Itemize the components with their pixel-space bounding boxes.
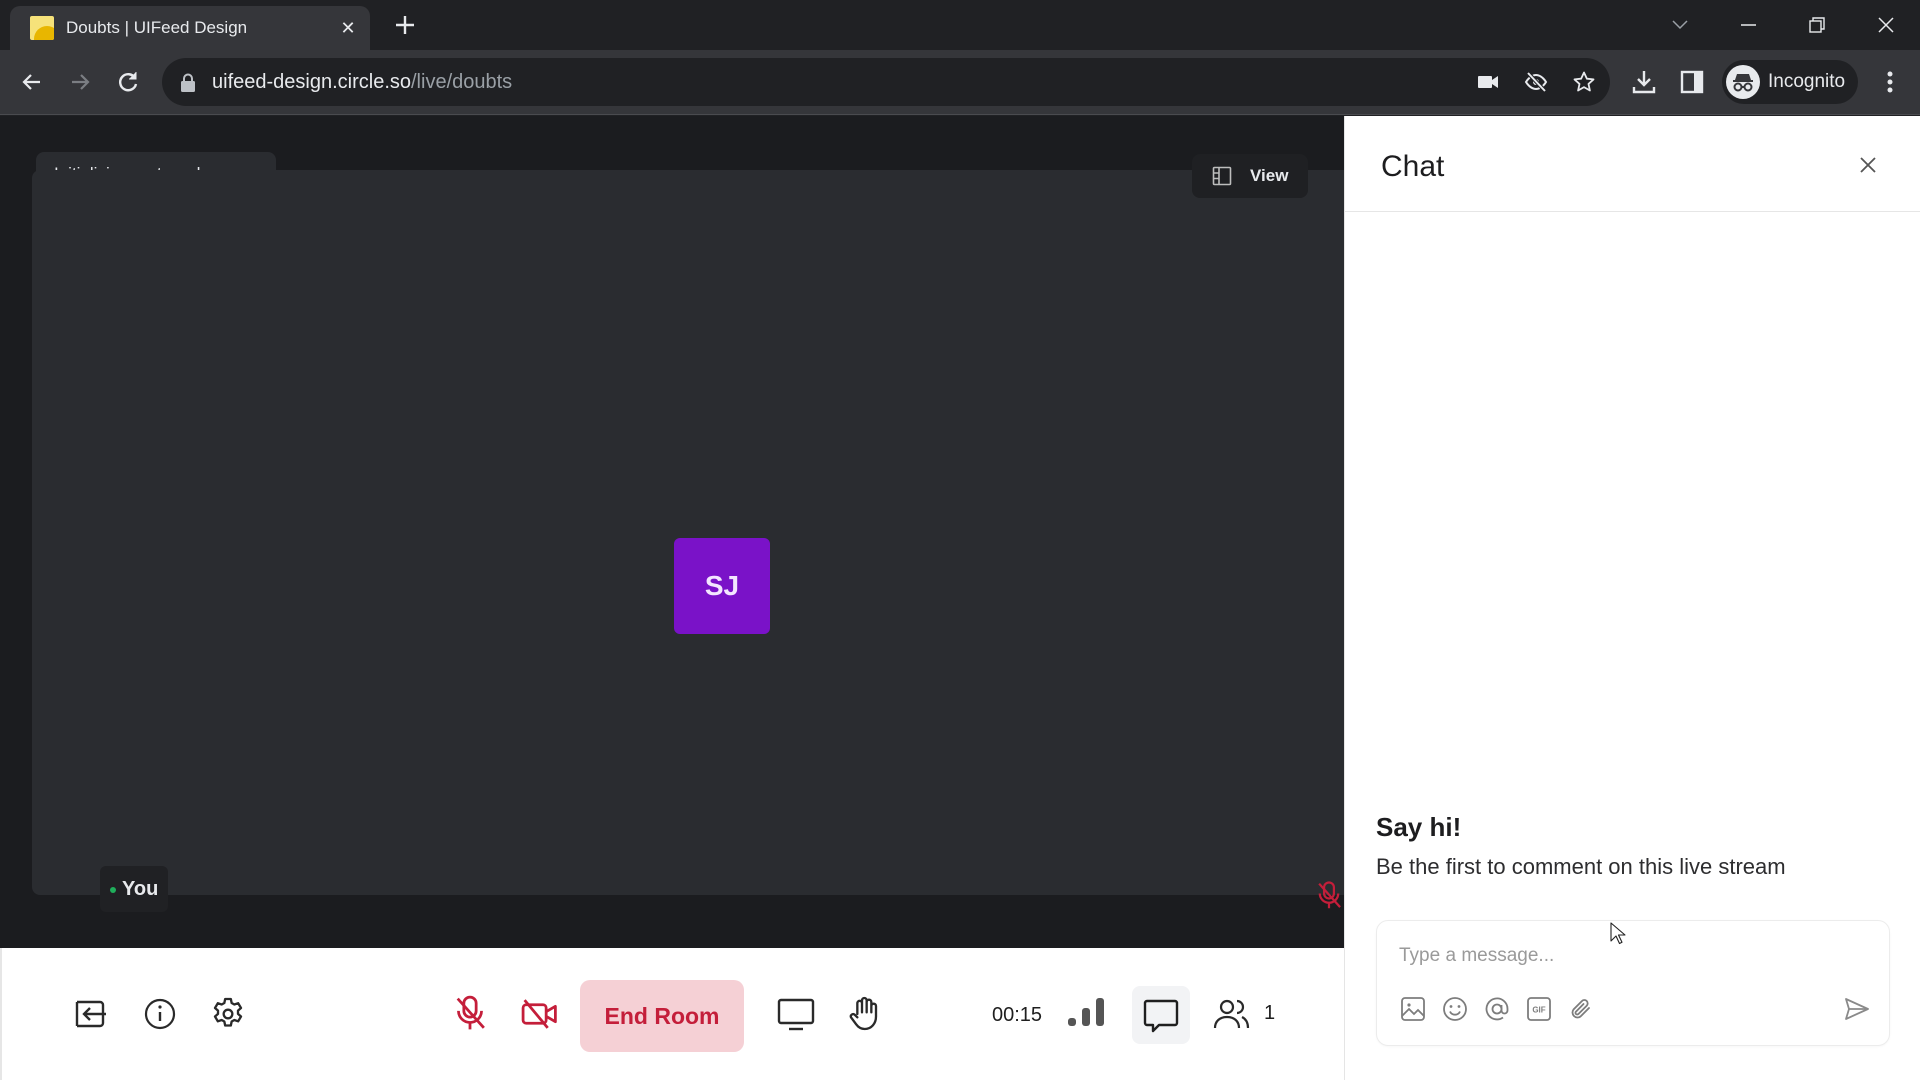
camera-off-icon[interactable] bbox=[520, 994, 560, 1034]
profile-button[interactable]: Incognito bbox=[1722, 60, 1858, 104]
participant-name-badge: You bbox=[100, 866, 168, 912]
tab-title: Doubts | UIFeed Design bbox=[66, 18, 248, 37]
screen-share-icon[interactable] bbox=[776, 994, 816, 1034]
send-icon[interactable] bbox=[1843, 995, 1871, 1023]
message-composer: GIF bbox=[1376, 920, 1890, 1046]
view-layout-button[interactable]: View bbox=[1192, 154, 1308, 198]
address-bar[interactable]: uifeed-design.circle.so/live/doubts bbox=[162, 58, 1610, 106]
empty-state-subtitle: Be the first to comment on this live str… bbox=[1376, 854, 1786, 879]
star-icon[interactable] bbox=[1572, 70, 1596, 94]
camera-icon[interactable] bbox=[1476, 70, 1500, 94]
participant-avatar: SJ bbox=[674, 538, 770, 634]
kebab-menu-icon[interactable] bbox=[1876, 68, 1904, 96]
restore-icon[interactable] bbox=[1802, 10, 1832, 40]
emoji-icon[interactable] bbox=[1441, 995, 1469, 1023]
mic-off-icon[interactable] bbox=[450, 994, 490, 1034]
lock-icon[interactable] bbox=[180, 73, 196, 93]
tab-close-icon[interactable]: ✕ bbox=[336, 16, 360, 40]
favicon-icon bbox=[30, 16, 54, 40]
participants-icon[interactable] bbox=[1212, 994, 1252, 1034]
new-tab-icon[interactable] bbox=[392, 12, 418, 38]
settings-icon[interactable] bbox=[208, 994, 248, 1034]
mouse-cursor-icon bbox=[1610, 922, 1626, 946]
chevron-down-icon[interactable] bbox=[1665, 10, 1695, 40]
attachment-icon[interactable] bbox=[1567, 995, 1595, 1023]
incognito-icon bbox=[1726, 65, 1760, 99]
arrow-right-icon[interactable] bbox=[66, 68, 94, 96]
empty-state-title: Say hi! bbox=[1376, 812, 1462, 842]
svg-text:GIF: GIF bbox=[1532, 1006, 1545, 1015]
side-panel-icon[interactable] bbox=[1678, 68, 1706, 96]
minimize-icon[interactable] bbox=[1733, 10, 1763, 40]
view-label: View bbox=[1250, 166, 1289, 185]
download-icon[interactable] bbox=[1630, 68, 1658, 96]
gif-icon[interactable]: GIF bbox=[1525, 995, 1553, 1023]
image-icon[interactable] bbox=[1399, 995, 1427, 1023]
close-icon[interactable] bbox=[1871, 10, 1901, 40]
room-controls-bar: End Room 00:15 1 bbox=[0, 948, 1344, 1080]
chat-toggle-button[interactable] bbox=[1132, 986, 1190, 1044]
mic-off-icon bbox=[1314, 880, 1344, 912]
participant-video-tile: SJ You bbox=[32, 170, 1344, 912]
chat-panel: Chat Say hi! Be the first to comment on … bbox=[1344, 116, 1920, 1080]
profile-label: Incognito bbox=[1768, 71, 1846, 92]
reload-icon[interactable] bbox=[114, 68, 142, 96]
url-host: uifeed-design.circle.so bbox=[212, 71, 411, 93]
participant-count: 1 bbox=[1264, 1002, 1276, 1024]
signal-icon bbox=[1068, 994, 1108, 1034]
chat-title: Chat bbox=[1381, 150, 1445, 183]
eye-off-icon[interactable] bbox=[1524, 70, 1548, 94]
browser-tab[interactable]: Doubts | UIFeed Design ✕ bbox=[10, 6, 370, 50]
live-stage: Initializing, get ready... SJ You View bbox=[0, 116, 1344, 948]
chat-icon bbox=[1141, 995, 1181, 1035]
elapsed-timer: 00:15 bbox=[992, 1004, 1043, 1026]
url-path: /live/doubts bbox=[411, 71, 513, 93]
raise-hand-icon[interactable] bbox=[844, 994, 884, 1034]
tab-strip: Doubts | UIFeed Design ✕ bbox=[0, 0, 1920, 50]
arrow-left-icon[interactable] bbox=[18, 68, 46, 96]
url-text[interactable]: uifeed-design.circle.so/live/doubts bbox=[212, 71, 512, 94]
mention-icon[interactable] bbox=[1483, 995, 1511, 1023]
browser-toolbar: uifeed-design.circle.so/live/doubts Inco… bbox=[0, 50, 1920, 115]
layout-icon bbox=[1212, 166, 1232, 186]
end-room-button[interactable]: End Room bbox=[580, 980, 744, 1052]
chat-header: Chat bbox=[1345, 116, 1920, 212]
info-icon[interactable] bbox=[140, 994, 180, 1034]
online-status-dot bbox=[110, 887, 116, 893]
close-chat-icon[interactable] bbox=[1857, 154, 1879, 176]
leave-icon[interactable] bbox=[70, 994, 110, 1034]
participant-name: You bbox=[122, 878, 159, 900]
